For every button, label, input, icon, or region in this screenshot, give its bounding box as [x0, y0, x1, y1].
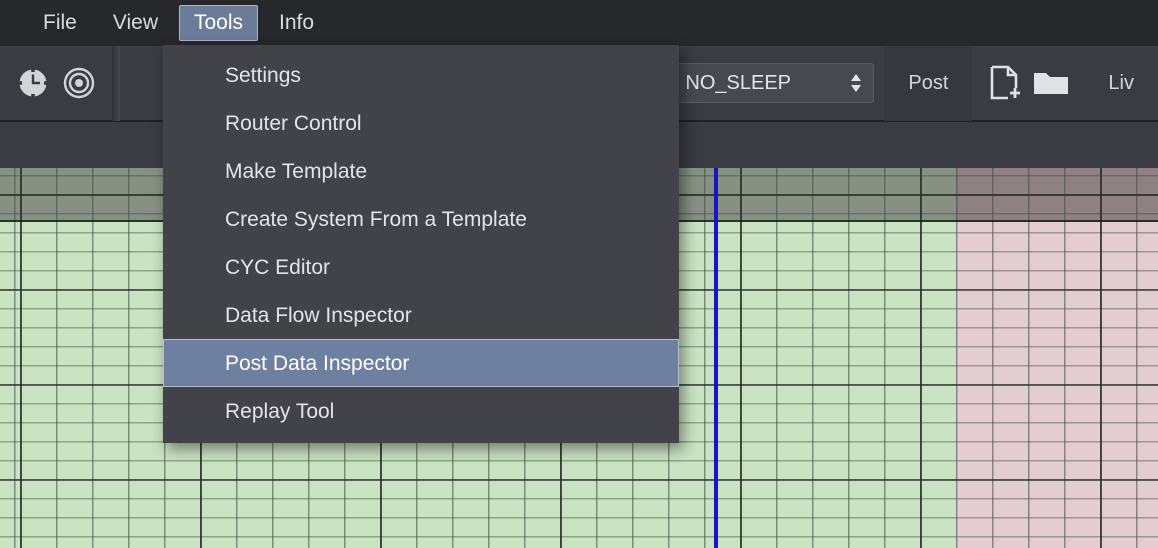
menu-item-create-system-from-a-template[interactable]: Create System From a Template [163, 195, 679, 243]
menu-bar-item-info[interactable]: Info [264, 5, 329, 41]
toolbar-group-file [972, 45, 1084, 121]
toolbar-group-transport [0, 45, 112, 121]
out-of-range-region[interactable] [956, 168, 1158, 548]
sleep-mode-value: NO_SLEEP [685, 72, 791, 95]
menu-item-make-template[interactable]: Make Template [163, 147, 679, 195]
post-label: Post [894, 72, 962, 95]
toolbar-group-live: Liv [1084, 45, 1158, 121]
menu-item-post-data-inspector[interactable]: Post Data Inspector [163, 339, 679, 387]
sleep-mode-select[interactable]: NO_SLEEP [674, 63, 874, 103]
toolbar-group-post: Post [884, 45, 972, 121]
record-target-icon[interactable] [56, 55, 102, 111]
toolbar-divider-1 [112, 45, 120, 121]
menu-item-replay-tool[interactable]: Replay Tool [163, 387, 679, 435]
menu-bar-item-view[interactable]: View [98, 5, 173, 41]
tools-dropdown-menu[interactable]: Settings Router Control Make Template Cr… [163, 45, 679, 443]
playhead-cursor[interactable] [714, 168, 718, 548]
menu-item-settings[interactable]: Settings [163, 51, 679, 99]
new-file-icon[interactable] [982, 55, 1028, 111]
menu-bar-item-file[interactable]: File [28, 5, 92, 41]
menu-item-data-flow-inspector[interactable]: Data Flow Inspector [163, 291, 679, 339]
open-folder-icon[interactable] [1028, 55, 1074, 111]
menu-bar-item-tools[interactable]: Tools [179, 5, 258, 41]
live-label[interactable]: Liv [1094, 72, 1148, 95]
menu-item-router-control[interactable]: Router Control [163, 99, 679, 147]
application-window: NO_SLEEP Post [0, 0, 1158, 548]
clock-icon[interactable] [10, 55, 56, 111]
toolbar-group-mode: NO_SLEEP [664, 45, 884, 121]
chevron-updown-icon [849, 72, 863, 94]
menu-item-cyc-editor[interactable]: CYC Editor [163, 243, 679, 291]
menu-bar: File View Tools Info [0, 0, 1158, 46]
